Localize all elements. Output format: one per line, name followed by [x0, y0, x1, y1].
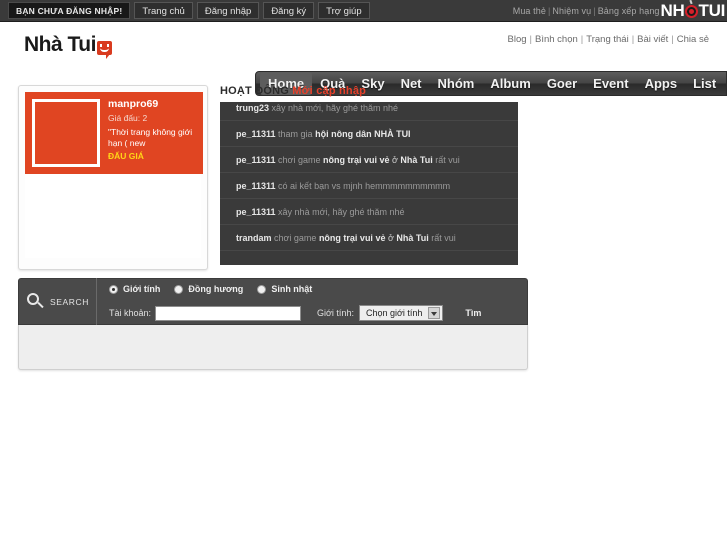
search-submit-button[interactable]: Tìm [465, 308, 481, 318]
activity-emphasis: hội nông dân NHÀ TUI [315, 129, 411, 139]
top-bar-right-group: Mua thẻ | Nhiệm vụ | Bảng xếp hạng NH TUI [513, 0, 727, 22]
activity-text: chơi game [275, 155, 323, 165]
activity-text: có ai kết bạn vs mjnh hemmmmmmmmmm [275, 181, 451, 191]
list-item[interactable]: pe_11311 chơi game nông trại vui vẻ ở Nh… [220, 147, 518, 173]
activity-list[interactable]: trung23 xây nhà mới, hãy ghé thăm nhé pe… [220, 102, 518, 265]
list-item[interactable]: trandam chơi game nông trại vui vẻ ở Nhà… [220, 225, 518, 251]
activity-title-text: HOẠT ĐỘNG [220, 85, 290, 97]
top-button-home[interactable]: Trang chủ [134, 2, 193, 19]
radio-label-gender: Giới tính [123, 284, 161, 294]
list-item[interactable]: pe_11311 có ai kết bạn vs mjnh hemmmmmmm… [220, 173, 518, 199]
search-mode-radio-group: Giới tính Đồng hương Sinh nhật [109, 280, 527, 298]
radio-label-birthday: Sinh nhật [271, 284, 313, 294]
activity-tail: rất vui [432, 155, 460, 165]
auction-username[interactable]: manpro69 [108, 99, 196, 110]
activity-user[interactable]: trung23 [236, 103, 269, 113]
site-logo[interactable]: Nhà Tui [24, 33, 112, 59]
radio-option-birthday[interactable]: Sinh nhật [257, 284, 312, 294]
activity-user[interactable]: pe_11311 [236, 155, 276, 165]
activity-mid: ở [385, 233, 397, 243]
activity-text: xây nhà mới, hãy ghé thăm nhé [269, 103, 398, 113]
radio-option-gender[interactable]: Giới tính [109, 284, 160, 294]
search-panel-label-group: SEARCH [19, 278, 97, 325]
search-panel-controls: Giới tính Đồng hương Sinh nhật Tài khoản… [97, 280, 527, 323]
top-link-ranking[interactable]: Bảng xếp hạng [598, 6, 660, 16]
activity-panel: HOẠT ĐỘNG Mới cập nhập trung23 xây nhà m… [220, 85, 528, 270]
activity-user[interactable]: pe_11311 [236, 207, 276, 217]
activity-place: Nhà Tui [400, 155, 433, 165]
activity-title-highlight: Mới cập nhập [292, 85, 367, 97]
activity-user[interactable]: pe_11311 [236, 181, 276, 191]
activity-place: Nhà Tui [396, 233, 429, 243]
sublink-blog[interactable]: Blog [505, 34, 530, 45]
search-panel: SEARCH Giới tính Đồng hương Sinh nhật Tà… [18, 278, 528, 325]
radio-icon-gender[interactable] [109, 284, 118, 294]
auction-description: "Thời trang không giới hạn ( new [108, 127, 193, 148]
auction-card: manpro69 Giá đấu: 2 "Thời trang không gi… [18, 85, 208, 270]
auction-card-body [25, 174, 201, 258]
radio-icon-birthday[interactable] [257, 284, 267, 294]
gender-select[interactable]: Chọn giới tính [358, 305, 444, 321]
top-button-login[interactable]: Đăng nhập [196, 2, 260, 19]
gender-select-value: Chọn giới tính [365, 308, 423, 318]
auction-info: manpro69 Giá đấu: 2 "Thời trang không gi… [100, 99, 196, 167]
sublink-vote[interactable]: Bình chọn [532, 34, 581, 45]
activity-emphasis: nông trại vui vẻ [322, 155, 390, 165]
login-status-badge: BẠN CHƯA ĐĂNG NHẬP! [8, 2, 131, 19]
brand-logo-prefix: NH [660, 0, 685, 20]
gender-field-label: Giới tính: [317, 308, 354, 318]
radio-label-hometown: Đồng hương [188, 284, 244, 294]
smiley-speech-bubble-icon [96, 41, 112, 59]
top-utility-links: Mua thẻ | Nhiệm vụ | Bảng xếp hạng [513, 6, 660, 16]
brand-logo-suffix: TUI [698, 0, 726, 20]
site-logo-text: Nhà Tui [24, 33, 96, 56]
account-input[interactable] [155, 305, 302, 321]
radio-option-hometown[interactable]: Đồng hương [174, 284, 243, 294]
radio-icon-hometown[interactable] [174, 284, 184, 294]
chevron-down-icon[interactable] [428, 307, 441, 319]
activity-text: chơi game [271, 233, 319, 243]
search-panel-label: SEARCH [50, 296, 90, 307]
activity-panel-title: HOẠT ĐỘNG Mới cập nhập [220, 85, 528, 97]
at-circle-icon [684, 0, 699, 18]
site-header: Nhà Tui Blog | Bình chọn | Trạng thái | Bài vi… [0, 23, 727, 96]
gender-select-group: Giới tính: Chọn giới tính [317, 305, 444, 321]
top-button-register[interactable]: Đăng ký [263, 2, 315, 19]
activity-user[interactable]: pe_11311 [236, 129, 276, 139]
top-link-buy-card[interactable]: Mua thẻ [513, 6, 546, 16]
list-item[interactable]: pe_11311 tham gia hội nông dân NHÀ TUI [220, 121, 518, 147]
list-item[interactable]: trung23 xây nhà mới, hãy ghé thăm nhé [220, 102, 518, 121]
top-button-help[interactable]: Trợ giúp [318, 2, 370, 19]
auction-thumbnail [32, 99, 100, 167]
activity-tail: rất vui [428, 233, 456, 243]
activity-emphasis: nông trại vui vẻ [318, 233, 386, 243]
sublink-status[interactable]: Trạng thái [583, 34, 631, 45]
auction-price: Giá đấu: 2 [108, 113, 148, 123]
brand-logo[interactable]: NH TUI [661, 0, 727, 22]
list-item[interactable]: pe_11311 xây nhà mới, hãy ghé thăm nhé [220, 199, 518, 225]
activity-user[interactable]: trandam [236, 233, 272, 243]
activity-text: tham gia [275, 129, 316, 139]
search-icon [27, 293, 44, 310]
top-bar-left-group: BẠN CHƯA ĐĂNG NHẬP! Trang chủ Đăng nhập … [0, 2, 370, 19]
activity-mid: ở [389, 155, 401, 165]
sublink-post[interactable]: Bài viết [634, 34, 671, 45]
sublink-share[interactable]: Chia sẻ [674, 34, 712, 45]
auction-banner[interactable]: manpro69 Giá đấu: 2 "Thời trang không gi… [25, 92, 203, 174]
activity-text: xây nhà mới, hãy ghé thăm nhé [275, 207, 405, 217]
account-field-label: Tài khoản: [109, 308, 152, 318]
search-fields-row: Tài khoản: Giới tính: Chọn giới tính Tìm [109, 303, 527, 323]
content-area: manpro69 Giá đấu: 2 "Thời trang không gi… [0, 78, 727, 545]
auction-bid-button[interactable]: ĐẤU GIÁ [108, 151, 196, 162]
top-bar: BẠN CHƯA ĐĂNG NHẬP! Trang chủ Đăng nhập … [0, 0, 727, 22]
header-sublinks: Blog | Bình chọn | Trạng thái | Bài viết | Chia … [505, 34, 712, 45]
search-results-panel [18, 325, 528, 370]
top-link-missions[interactable]: Nhiệm vụ [552, 6, 591, 16]
